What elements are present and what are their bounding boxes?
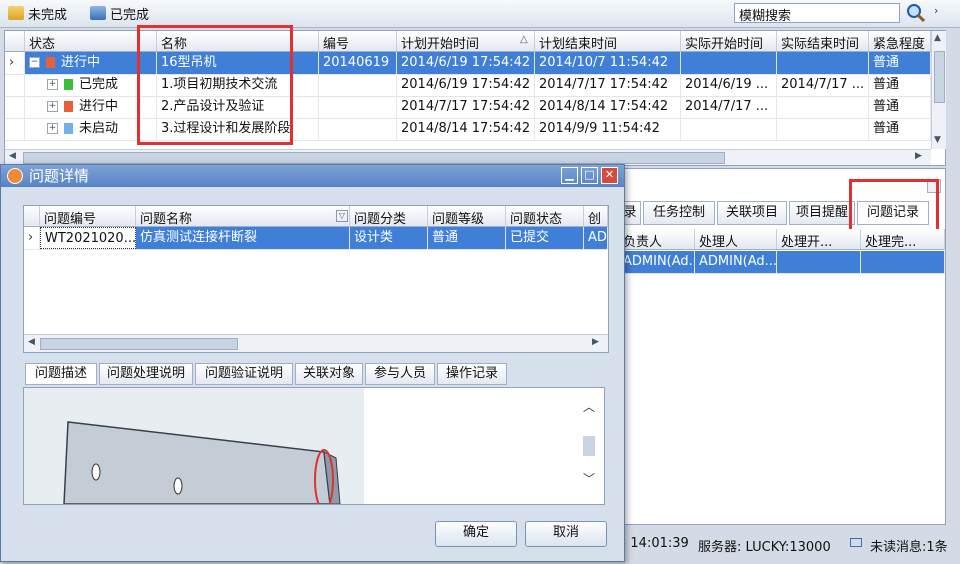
row-selector-header (5, 31, 25, 52)
highlight-box-issue-tab (849, 179, 939, 233)
col-code-header[interactable]: 编号 (319, 31, 397, 52)
vertical-scroll-thumb[interactable] (934, 51, 945, 103)
scroll-down-icon[interactable]: ﹀ (583, 470, 595, 487)
status-inprogress-icon (46, 57, 55, 68)
search-icon (907, 4, 926, 23)
col-creator-header[interactable]: 创 (584, 206, 608, 227)
col-handler-header[interactable]: 处理人 (695, 229, 777, 250)
col-act-start-header[interactable]: 实际开始时间 (681, 31, 777, 52)
search-button[interactable] (904, 2, 928, 24)
col-issue-status-header[interactable]: 问题状态 (506, 206, 584, 227)
incomplete-icon (8, 6, 24, 20)
issue-grid: 问题编号 问题名称 ▽ 问题分类 问题等级 问题状态 创 › WT2021020… (23, 205, 609, 353)
col-handle-end-header[interactable]: 处理完... (861, 229, 945, 250)
tab-operation-log[interactable]: 操作记录 (437, 363, 507, 385)
horizontal-scroll-thumb[interactable] (23, 152, 725, 164)
toolbar-scroll-right-icon[interactable]: › (934, 4, 948, 24)
status-done-icon (64, 79, 73, 90)
tab-related-projects[interactable]: 关联项目 (717, 201, 787, 225)
row-pointer-icon: › (24, 227, 40, 249)
col-issue-category-header[interactable]: 问题分类 (350, 206, 428, 227)
expand-icon[interactable]: + (47, 79, 58, 90)
dialog-title-bar[interactable]: 问题详情 ▁ □ ✕ (1, 165, 624, 187)
status-time: 5 14:01:39 (618, 536, 689, 551)
status-inprogress-icon (64, 101, 73, 112)
vertical-scroll-thumb[interactable] (583, 436, 595, 456)
scroll-up-icon[interactable]: ︿ (583, 398, 595, 415)
col-issue-no-header[interactable]: 问题编号 (40, 206, 136, 227)
col-act-end-header[interactable]: 实际结束时间 (777, 31, 869, 52)
maximize-icon[interactable]: □ (581, 167, 598, 184)
ok-button[interactable]: 确定 (435, 521, 517, 547)
scroll-right-icon[interactable]: ▶ (592, 337, 599, 347)
status-unread[interactable]: 未读消息:1条 (870, 536, 948, 555)
collapse-icon[interactable]: − (29, 57, 40, 68)
col-issue-name-header[interactable]: 问题名称 (136, 206, 350, 227)
grid-vertical-scrollbar[interactable]: ▲ ▼ (931, 31, 946, 149)
project-grid: 状态 名称 编号 计划开始时间 △ 计划结束时间 实际开始时间 实际结束时间 紧… (4, 25, 946, 166)
row-selector-header (24, 206, 40, 227)
table-row[interactable]: › WT2021020... 仿真测试连接杆断裂 设计类 普通 已提交 AD (24, 227, 608, 250)
search-input[interactable]: 模糊搜索 (734, 3, 900, 24)
scroll-down-icon[interactable]: ▼ (934, 135, 941, 145)
col-urgency-header[interactable]: 紧急程度 (869, 31, 931, 52)
grid-horizontal-scrollbar[interactable]: ◀ ▶ (5, 149, 931, 165)
col-plan-end-header[interactable]: 计划结束时间 (535, 31, 681, 52)
tab-participants[interactable]: 参与人员 (365, 363, 435, 385)
simulation-image (24, 388, 364, 504)
scroll-up-icon[interactable]: ▲ (934, 33, 941, 43)
table-row[interactable]: ADMIN(Ad... ADMIN(Ad... (619, 251, 945, 274)
complete-icon (90, 6, 106, 20)
horizontal-scroll-thumb[interactable] (40, 338, 238, 350)
tab-handling-notes[interactable]: 问题处理说明 (99, 363, 193, 385)
issue-grid-horizontal-scrollbar[interactable]: ◀ ▶ (24, 334, 608, 352)
status-notstarted-icon (64, 123, 73, 134)
dialog-title: 问题详情 (29, 167, 90, 185)
highlight-box-name-column (137, 25, 293, 145)
status-bar: 5 14:01:39 服务器: LUCKY:13000 未读消息:1条 (618, 526, 960, 564)
close-icon[interactable]: ✕ (601, 167, 618, 184)
col-plan-start-header[interactable]: 计划开始时间 (397, 31, 535, 52)
scroll-left-icon[interactable]: ◀ (9, 151, 16, 161)
sort-asc-icon: △ (520, 34, 528, 45)
description-vertical-scrollbar[interactable]: ︿ ﹀ (580, 398, 600, 498)
minimize-icon[interactable]: ▁ (561, 167, 578, 184)
col-handle-start-header[interactable]: 处理开... (777, 229, 861, 250)
tab-issue-description[interactable]: 问题描述 (25, 363, 97, 385)
filter-icon[interactable]: ▽ (336, 210, 348, 222)
issue-description-area: ︿ ﹀ (23, 387, 605, 505)
scroll-left-icon[interactable]: ◀ (28, 337, 35, 347)
row-pointer-icon: › (5, 52, 25, 74)
mail-icon (850, 538, 862, 547)
issue-detail-dialog: 问题详情 ▁ □ ✕ 问题编号 问题名称 ▽ 问题分类 问题等级 问题状态 创 … (0, 164, 625, 562)
tab-project-reminder[interactable]: 项目提醒 (789, 201, 855, 225)
scroll-right-icon[interactable]: ▶ (915, 151, 922, 161)
project-detail-panel: 录 任务控制 关联项目 项目提醒 问题记录 负责人 处理人 处理开... 处理完… (618, 168, 946, 525)
tab-related-objects[interactable]: 关联对象 (295, 363, 363, 385)
col-issue-level-header[interactable]: 问题等级 (428, 206, 506, 227)
complete-button[interactable]: 已完成 (90, 3, 149, 23)
app-icon (7, 168, 23, 184)
expand-icon[interactable]: + (47, 101, 58, 112)
col-owner-header[interactable]: 负责人 (619, 229, 695, 250)
tab-verification-notes[interactable]: 问题验证说明 (195, 363, 293, 385)
tab-task-control[interactable]: 任务控制 (643, 201, 715, 225)
cancel-button[interactable]: 取消 (525, 521, 607, 547)
status-server: 服务器: LUCKY:13000 (698, 540, 831, 555)
incomplete-button[interactable]: 未完成 (8, 3, 67, 23)
expand-icon[interactable]: + (47, 123, 58, 134)
